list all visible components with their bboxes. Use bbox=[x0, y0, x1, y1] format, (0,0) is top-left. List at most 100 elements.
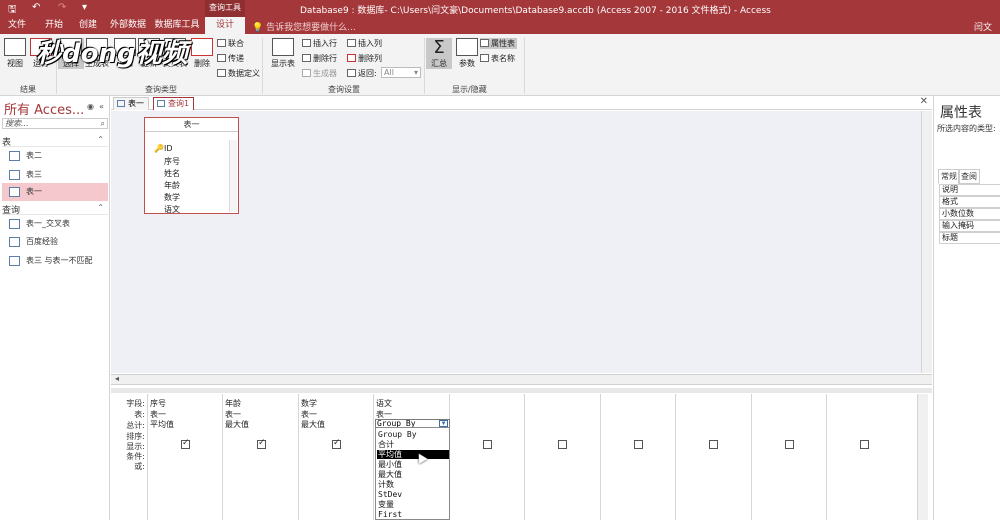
field-item[interactable]: 数学 bbox=[164, 192, 180, 203]
upper-vertical-scrollbar[interactable] bbox=[921, 111, 932, 373]
tell-me-box[interactable]: 💡 告诉我您想要做什么... bbox=[252, 20, 356, 33]
return-select[interactable]: All ▾ bbox=[381, 67, 421, 78]
delete-columns-button[interactable]: 删除列 bbox=[347, 53, 382, 64]
splitter-scrollbar[interactable]: ◂ bbox=[111, 374, 932, 385]
grid-field-cell[interactable]: 数学 bbox=[301, 398, 317, 409]
dropdown-option[interactable]: 计数 bbox=[377, 480, 449, 489]
field-item[interactable]: ID bbox=[164, 144, 173, 153]
parameters-button[interactable]: 参数 bbox=[454, 38, 480, 69]
dropdown-option[interactable]: Group By bbox=[377, 430, 449, 439]
nav-item-table[interactable]: 表三 bbox=[2, 166, 108, 184]
nav-header[interactable]: 所有 Acces... bbox=[4, 99, 84, 118]
property-row[interactable]: 标题 bbox=[939, 232, 1000, 244]
delete-rows-button[interactable]: 删除行 bbox=[302, 53, 337, 64]
tab-design[interactable]: 设计 bbox=[205, 17, 245, 34]
nav-search-input[interactable]: 搜索... ⌕ bbox=[2, 118, 108, 129]
undo-icon[interactable]: ↶ bbox=[32, 2, 40, 13]
nav-section-queries[interactable]: 查询 ⌃ bbox=[2, 203, 108, 216]
chevron-down-icon[interactable]: ▼ bbox=[439, 420, 448, 427]
builder-button[interactable]: 生成器 bbox=[302, 68, 337, 79]
show-checkbox[interactable] bbox=[558, 440, 567, 449]
grid-total-cell[interactable]: 最大值 bbox=[301, 419, 325, 430]
field-item[interactable]: 语文 bbox=[164, 204, 180, 215]
show-table-label: 显示表 bbox=[271, 59, 295, 68]
data-definition-button[interactable]: 数据定义 bbox=[217, 68, 260, 79]
field-item[interactable]: 年龄 bbox=[164, 180, 180, 191]
property-sheet-button[interactable]: 属性表 bbox=[480, 38, 517, 49]
insert-rows-button[interactable]: 插入行 bbox=[302, 38, 337, 49]
dropdown-option[interactable]: First bbox=[377, 510, 449, 519]
property-row[interactable]: 格式 bbox=[939, 196, 1000, 208]
dropdown-option[interactable]: 合计 bbox=[377, 440, 449, 449]
property-row[interactable]: 小数位数 bbox=[939, 208, 1000, 220]
insert-columns-button[interactable]: 插入列 bbox=[347, 38, 382, 49]
field-item[interactable]: 序号 bbox=[164, 156, 180, 167]
nav-item-query[interactable]: 表三 与表一不匹配 bbox=[2, 252, 108, 270]
view-button[interactable]: 视图 bbox=[2, 38, 28, 69]
nav-section-tables[interactable]: 表 ⌃ bbox=[2, 135, 108, 148]
table-field-list[interactable]: 表一 🔑 ID 序号 姓名 年龄 数学 语文 bbox=[144, 117, 239, 214]
nav-item-table[interactable]: 表二 bbox=[2, 147, 108, 165]
show-checkbox[interactable] bbox=[181, 438, 190, 449]
doc-tab-table[interactable]: 表一 bbox=[113, 97, 149, 110]
show-checkbox[interactable] bbox=[785, 440, 794, 449]
customize-qat-icon[interactable]: ▾ bbox=[82, 2, 87, 13]
grid-vertical-scrollbar[interactable] bbox=[917, 394, 928, 520]
property-sheet-title: 属性表 bbox=[940, 105, 982, 121]
grid-field-cell[interactable]: 序号 bbox=[150, 398, 166, 409]
table-names-button[interactable]: 表名称 bbox=[480, 53, 515, 64]
dropdown-option[interactable]: StDev bbox=[377, 490, 449, 499]
show-checkbox[interactable] bbox=[257, 438, 266, 449]
grid-column[interactable] bbox=[600, 394, 675, 520]
show-checkbox[interactable] bbox=[709, 440, 718, 449]
user-name[interactable]: 闫文 bbox=[974, 20, 992, 33]
nav-item-table[interactable]: 表一 bbox=[2, 183, 108, 201]
redo-icon[interactable]: ↷ bbox=[58, 2, 66, 13]
scroll-left-icon[interactable]: ◂ bbox=[115, 374, 119, 383]
show-checkbox[interactable] bbox=[634, 440, 643, 449]
nav-item-query[interactable]: 表一_交叉表 bbox=[2, 215, 108, 233]
field-list-scrollbar[interactable] bbox=[229, 140, 237, 212]
grid-total-cell[interactable]: 平均值 bbox=[150, 419, 174, 430]
grid-column[interactable] bbox=[675, 394, 750, 520]
delete-query-button[interactable]: 删除 bbox=[189, 38, 215, 69]
query-icon bbox=[9, 256, 20, 266]
nav-menu-icon[interactable]: ◉ bbox=[87, 102, 94, 111]
show-table-button[interactable]: 显示表 bbox=[268, 38, 298, 69]
dropdown-option[interactable]: 变量 bbox=[377, 500, 449, 509]
doc-tab-query[interactable]: 查询1 bbox=[153, 97, 195, 110]
grid-column[interactable] bbox=[751, 394, 826, 520]
grid-column[interactable] bbox=[449, 394, 524, 520]
field-item[interactable]: 姓名 bbox=[164, 168, 180, 179]
nav-item-query[interactable]: 百度经验 bbox=[2, 233, 108, 251]
shutter-bar-icon[interactable]: « bbox=[99, 102, 104, 111]
dropdown-option[interactable]: 最小值 bbox=[377, 460, 449, 469]
show-checkbox[interactable] bbox=[332, 438, 341, 449]
tab-create[interactable]: 创建 bbox=[72, 17, 104, 34]
property-row[interactable]: 说明 bbox=[939, 184, 1000, 196]
grid-column[interactable] bbox=[524, 394, 599, 520]
show-checkbox[interactable] bbox=[483, 440, 492, 449]
field-list-title[interactable]: 表一 bbox=[145, 118, 238, 132]
total-dropdown-list[interactable]: Group By 合计 平均值 最小值 最大值 计数 StDev 变量 Firs… bbox=[375, 427, 450, 520]
tab-database-tools[interactable]: 数据库工具 bbox=[152, 17, 202, 34]
grid-field-cell[interactable]: 年龄 bbox=[225, 398, 241, 409]
view-icon bbox=[4, 38, 26, 56]
nav-item-label: 表二 bbox=[26, 151, 42, 160]
grid-field-cell[interactable]: 语文 bbox=[376, 398, 392, 409]
dropdown-option[interactable]: 最大值 bbox=[377, 470, 449, 479]
union-button[interactable]: 联合 bbox=[217, 38, 244, 49]
grid-total-cell[interactable]: 最大值 bbox=[225, 419, 249, 430]
pass-through-button[interactable]: 传递 bbox=[217, 53, 244, 64]
tab-home[interactable]: 开始 bbox=[38, 17, 70, 34]
totals-button[interactable]: Σ 汇总 bbox=[426, 38, 452, 69]
dropdown-option-highlighted[interactable]: 平均值 bbox=[377, 450, 449, 459]
props-tab-lookup[interactable]: 查阅 bbox=[958, 169, 980, 184]
property-row[interactable]: 输入掩码 bbox=[939, 220, 1000, 232]
tab-external-data[interactable]: 外部数据 bbox=[106, 17, 150, 34]
grid-column[interactable] bbox=[826, 394, 901, 520]
tab-file[interactable]: 文件 bbox=[0, 17, 34, 34]
props-tab-general[interactable]: 常规 bbox=[938, 169, 960, 184]
close-icon[interactable]: ✕ bbox=[920, 96, 928, 107]
show-checkbox[interactable] bbox=[860, 440, 869, 449]
